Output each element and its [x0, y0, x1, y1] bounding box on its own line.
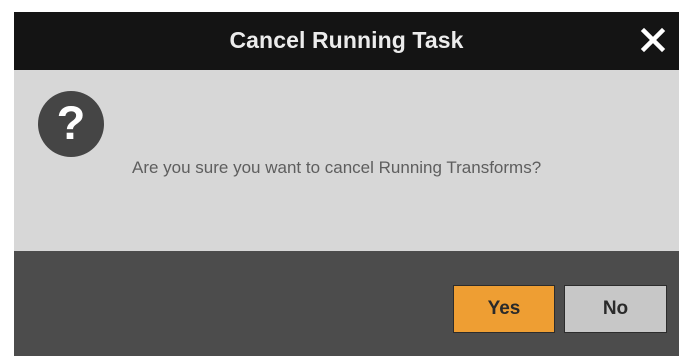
- dialog-footer: Yes No: [14, 251, 679, 356]
- question-icon: ?: [38, 91, 104, 157]
- confirmation-message: Are you sure you want to cancel Running …: [132, 158, 542, 177]
- no-button[interactable]: No: [564, 285, 667, 333]
- cancel-task-dialog: Cancel Running Task ? Are you sure you w…: [14, 12, 679, 356]
- dialog-title: Cancel Running Task: [229, 27, 464, 53]
- title-bar: Cancel Running Task: [14, 12, 679, 70]
- close-icon-glyph: [640, 27, 666, 53]
- yes-button[interactable]: Yes: [453, 285, 555, 333]
- dialog-body: ? Are you sure you want to cancel Runnin…: [14, 70, 679, 251]
- close-icon[interactable]: [639, 26, 667, 54]
- question-mark-glyph: ?: [56, 96, 86, 149]
